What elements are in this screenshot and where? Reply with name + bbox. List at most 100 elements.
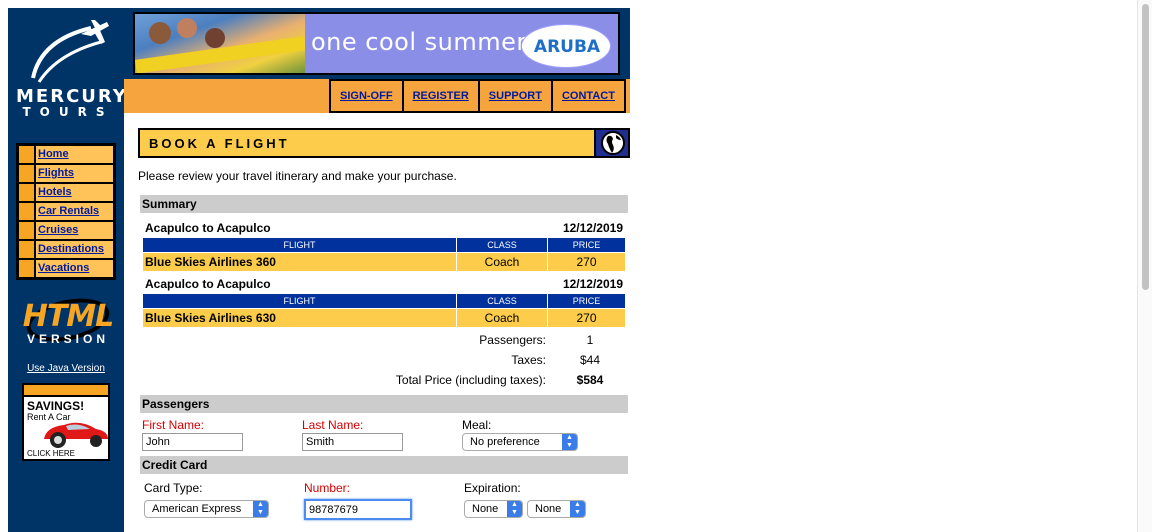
last-name-label: Last Name: [302,418,364,432]
leg-table: FLIGHT CLASS PRICE Blue Skies Airlines 3… [142,237,626,272]
sidebar-item-car-rentals: Car Rentals [18,202,114,221]
top-nav-tabs: SIGN-OFF REGISTER SUPPORT CONTACT [329,79,626,113]
nav-marker [18,202,35,221]
leg-header: Acapulco to Acapulco 12/12/2019 [143,276,625,292]
sidebar: MERCURY TOURS Home Flights Hotels Car Re… [8,8,128,532]
card-number-input[interactable] [304,499,412,520]
flight-class: Coach [457,309,547,327]
col-flight: FLIGHT [143,294,456,308]
sidebar-item-destinations: Destinations [18,240,114,259]
banner-person [149,22,171,44]
nav-marker [18,145,35,164]
card-type-value: American Express [152,503,242,515]
java-version-link[interactable]: Use Java Version [16,363,116,374]
aruba-logo: ARUBA [521,24,611,68]
select-arrows-icon: ▲ ▼ [253,501,268,517]
sidebar-link-home[interactable]: Home [35,145,114,164]
page: MERCURY TOURS Home Flights Hotels Car Re… [0,0,1152,532]
car-rental-ad[interactable]: SAVINGS! Rent A Car CLICK HERE [22,383,110,461]
banner-photo [135,14,306,73]
globe-box [594,130,628,156]
total-price-label: Total Price (including taxes): [395,373,546,387]
html-version-title: HTML [22,299,115,334]
expiration-year-value: None [535,503,562,515]
banner-frame: one cool summer ARUBA [124,8,630,79]
card-type-label: Card Type: [144,481,203,495]
taxes-row: Taxes: $44 [140,353,628,371]
plane-icon [31,20,109,83]
mercury-tours-logo[interactable]: MERCURY TOURS [16,20,128,132]
main-content: BOOK A FLIGHT Please review your travel … [124,113,630,532]
leg-route: Acapulco to Acapulco [145,221,271,235]
select-arrows-icon: ▲ ▼ [570,501,585,517]
expiration-month-value: None [472,503,499,515]
leg-table-header: FLIGHT CLASS PRICE [143,238,625,252]
passengers-heading: Passengers [140,395,628,413]
brand-name: MERCURY [16,86,128,107]
meal-select[interactable]: No preference ▲ ▼ [462,433,578,451]
intro-text: Please review your travel itinerary and … [138,169,457,183]
leg-date: 12/12/2019 [562,277,623,291]
passengers-count-value: 1 [586,333,594,347]
card-type-select[interactable]: American Express ▲ ▼ [144,500,269,518]
sidebar-item-hotels: Hotels [18,183,114,202]
page-title: BOOK A FLIGHT [149,136,290,151]
summary-heading: Summary [140,195,628,213]
page-scrollbar[interactable] [1137,0,1152,532]
passengers-count-row: Passengers: 1 [140,333,628,351]
leg-route: Acapulco to Acapulco [145,277,271,291]
col-price: PRICE [548,238,625,252]
flight-name: Blue Skies Airlines 630 [143,309,456,327]
col-price: PRICE [548,294,625,308]
top-nav: SIGN-OFF REGISTER SUPPORT CONTACT [124,79,630,113]
first-name-input[interactable] [142,433,243,451]
taxes-value: $44 [579,353,601,367]
nav-marker [18,259,35,278]
meal-label: Meal: [462,418,492,432]
expiration-year-select[interactable]: None ▲ ▼ [527,500,586,518]
last-name-input[interactable] [302,433,403,451]
sidebar-item-vacations: Vacations [18,259,114,278]
html-version-logo: HTML VERSION [18,291,118,349]
total-price-value: $584 [576,373,604,387]
table-row: Blue Skies Airlines 630 Coach 270 [143,309,625,327]
nav-marker [18,183,35,202]
banner-person [205,28,225,48]
page-title-bar: BOOK A FLIGHT [138,128,630,158]
flight-leg-2: Acapulco to Acapulco 12/12/2019 FLIGHT C… [143,276,625,328]
sidebar-link-flights[interactable]: Flights [35,164,114,183]
sidebar-item-home: Home [18,145,114,164]
sidebar-link-car-rentals[interactable]: Car Rentals [35,202,114,221]
col-flight: FLIGHT [143,238,456,252]
leg-date: 12/12/2019 [562,221,623,235]
contact-link[interactable]: CONTACT [552,81,626,111]
promo-banner[interactable]: one cool summer ARUBA [133,12,620,75]
expiration-month-select[interactable]: None ▲ ▼ [464,500,523,518]
sidebar-link-hotels[interactable]: Hotels [35,183,114,202]
sign-off-link[interactable]: SIGN-OFF [331,81,404,111]
html-version-sub: VERSION [26,332,109,346]
sidebar-link-vacations[interactable]: Vacations [35,259,114,278]
support-link[interactable]: SUPPORT [479,81,553,111]
flight-name: Blue Skies Airlines 360 [143,253,456,271]
ad-headline: SAVINGS! [27,399,85,413]
sidebar-link-cruises[interactable]: Cruises [35,221,114,240]
select-arrows-icon: ▲ ▼ [562,434,577,450]
banner-person [177,18,197,38]
total-price-row: Total Price (including taxes): $584 [140,373,628,391]
nav-marker [18,240,35,259]
ad-cta: CLICK HERE [27,449,76,458]
leg-table-header: FLIGHT CLASS PRICE [143,294,625,308]
car-icon [44,422,108,448]
select-arrows-icon: ▲ ▼ [507,501,522,517]
flight-leg-1: Acapulco to Acapulco 12/12/2019 FLIGHT C… [143,220,625,272]
expiration-label: Expiration: [464,481,521,495]
aruba-logo-text: ARUBA [533,37,601,57]
sidebar-item-cruises: Cruises [18,221,114,240]
sidebar-link-destinations[interactable]: Destinations [35,240,114,259]
scrollbar-thumb[interactable] [1142,4,1149,290]
sidebar-nav: Home Flights Hotels Car Rentals Cruises … [16,143,116,280]
first-name-label: First Name: [142,418,205,432]
leg-header: Acapulco to Acapulco 12/12/2019 [143,220,625,236]
register-link[interactable]: REGISTER [403,81,480,111]
